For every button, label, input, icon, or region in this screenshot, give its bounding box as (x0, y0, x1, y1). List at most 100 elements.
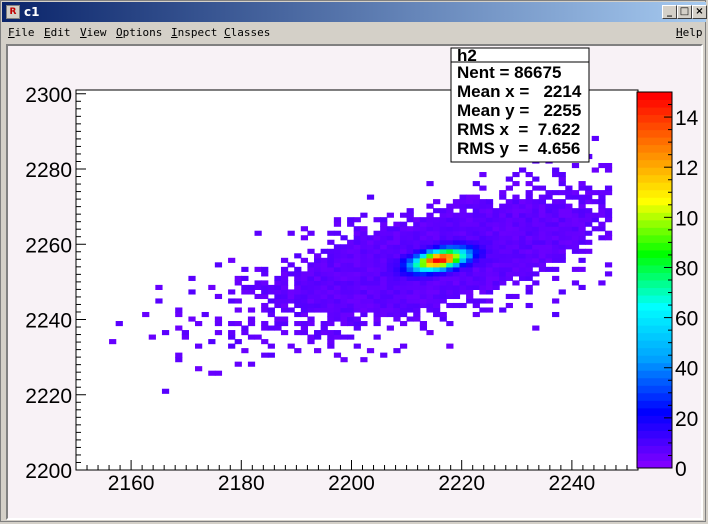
heatmap-cell (433, 217, 441, 223)
heatmap-cell (247, 307, 256, 313)
heatmap-cell (505, 235, 513, 241)
heatmap-cell (512, 239, 520, 245)
heatmap-cell (426, 307, 434, 313)
heatmap-cell (532, 248, 540, 254)
heatmap-cell (327, 266, 335, 272)
heatmap-cell (439, 230, 447, 236)
heatmap-cell (538, 226, 547, 232)
histogram-plot[interactable]: 2160 2180 2200 2220 2240 2200 2220 2240 2260 228… (8, 46, 701, 518)
heatmap-cell (446, 321, 454, 327)
heatmap-cell (571, 248, 580, 254)
heatmap-cell (274, 280, 282, 286)
heatmap-cell (294, 284, 302, 290)
plot-canvas[interactable]: 2160 2180 2200 2220 2240 2200 2220 2240 2260 228… (6, 44, 703, 520)
heatmap-cell (241, 289, 249, 295)
stats-box[interactable]: h2 Nent = 86675 Mean x = 2214 Mean y = 2… (450, 46, 590, 163)
palette-swatch (637, 310, 672, 319)
z-tick-label: 14 (675, 107, 699, 130)
minimize-button[interactable]: _ (662, 5, 677, 19)
heatmap-cell (426, 217, 434, 223)
heatmap-cell (307, 230, 315, 236)
heatmap-cell (327, 339, 335, 345)
heatmap-cell (380, 275, 388, 281)
stats-rms-x: RMS x = 7.622 (457, 120, 580, 139)
heatmap-cell (433, 302, 441, 309)
heatmap-cell (419, 217, 428, 223)
heatmap-cell (333, 284, 342, 290)
heatmap-cell (267, 298, 275, 304)
heatmap-cell (327, 239, 335, 245)
z-tick-label: 20 (675, 408, 698, 431)
heatmap-cell (578, 203, 586, 209)
heatmap-cell (366, 262, 375, 268)
heatmap-cell (479, 289, 487, 295)
heatmap-cell (380, 244, 388, 250)
heatmap-cell (439, 298, 447, 304)
heatmap-cell (558, 221, 566, 227)
heatmap-cell (518, 217, 527, 223)
menu-classes[interactable]: Classes (224, 27, 270, 39)
heatmap-cell (545, 226, 553, 232)
menu-edit[interactable]: Edit (44, 27, 71, 39)
heatmap-cell (598, 190, 606, 196)
heatmap-cell (360, 244, 368, 250)
heatmap-cell (399, 239, 408, 245)
heatmap-cell (591, 217, 599, 223)
heatmap-cell (538, 208, 547, 214)
heatmap-cell (518, 226, 527, 232)
heatmap-cell (565, 244, 573, 250)
heatmap-cell (472, 212, 480, 218)
heatmap-cell (518, 244, 527, 250)
menu-inspect[interactable]: Inspect (171, 27, 217, 39)
heatmap-cell (234, 321, 242, 327)
title-bar[interactable]: R c1 _ □ × (2, 2, 707, 22)
heatmap-cell (327, 293, 335, 300)
menu-options[interactable]: Options (116, 27, 162, 39)
heatmap-cell (512, 253, 520, 259)
heatmap-cell (360, 266, 368, 272)
heatmap-cell (532, 217, 540, 223)
heatmap-cell (439, 275, 447, 281)
heatmap-cell (479, 199, 487, 205)
color-palette-bar[interactable] (636, 91, 673, 469)
close-button[interactable]: × (692, 5, 707, 19)
heatmap-cell (353, 262, 361, 268)
heatmap-cell (419, 321, 428, 327)
heatmap-cell (261, 284, 269, 290)
heatmap-cell (214, 316, 223, 322)
heatmap-cell (261, 293, 269, 300)
heatmap-cell (320, 302, 328, 309)
heatmap-cell (413, 275, 421, 281)
heatmap-cell (347, 275, 355, 281)
heatmap-cell (472, 235, 480, 241)
heatmap-cell (439, 293, 447, 300)
heatmap-cell (552, 230, 560, 236)
heatmap-cell (267, 311, 275, 318)
heatmap-cell (452, 217, 461, 223)
heatmap-cell (525, 266, 533, 272)
heatmap-cell (280, 316, 289, 322)
heatmap-cell (333, 275, 342, 281)
heatmap-cell (525, 244, 533, 250)
heatmap-cell (399, 280, 408, 286)
heatmap-cell (300, 280, 309, 286)
heatmap-cell (380, 226, 388, 232)
heatmap-cell (307, 289, 315, 295)
heatmap-cell (433, 293, 441, 300)
heatmap-cell (267, 289, 275, 295)
heatmap-cell (208, 284, 216, 290)
maximize-button[interactable]: □ (677, 5, 692, 19)
menu-help[interactable]: Help (676, 27, 703, 39)
heatmap-cell (314, 275, 322, 281)
heatmap-cell (472, 284, 480, 290)
heatmap-cell (307, 266, 315, 272)
palette-swatch (637, 257, 672, 266)
menu-file[interactable]: File (8, 27, 35, 39)
menu-view[interactable]: View (80, 27, 107, 39)
z-tick-label: 0 (675, 458, 687, 481)
heatmap-cell (294, 321, 302, 327)
heatmap-cell (578, 185, 586, 191)
heatmap-cell (413, 316, 421, 322)
heatmap-cell (558, 248, 566, 254)
heatmap-cell (386, 298, 394, 304)
